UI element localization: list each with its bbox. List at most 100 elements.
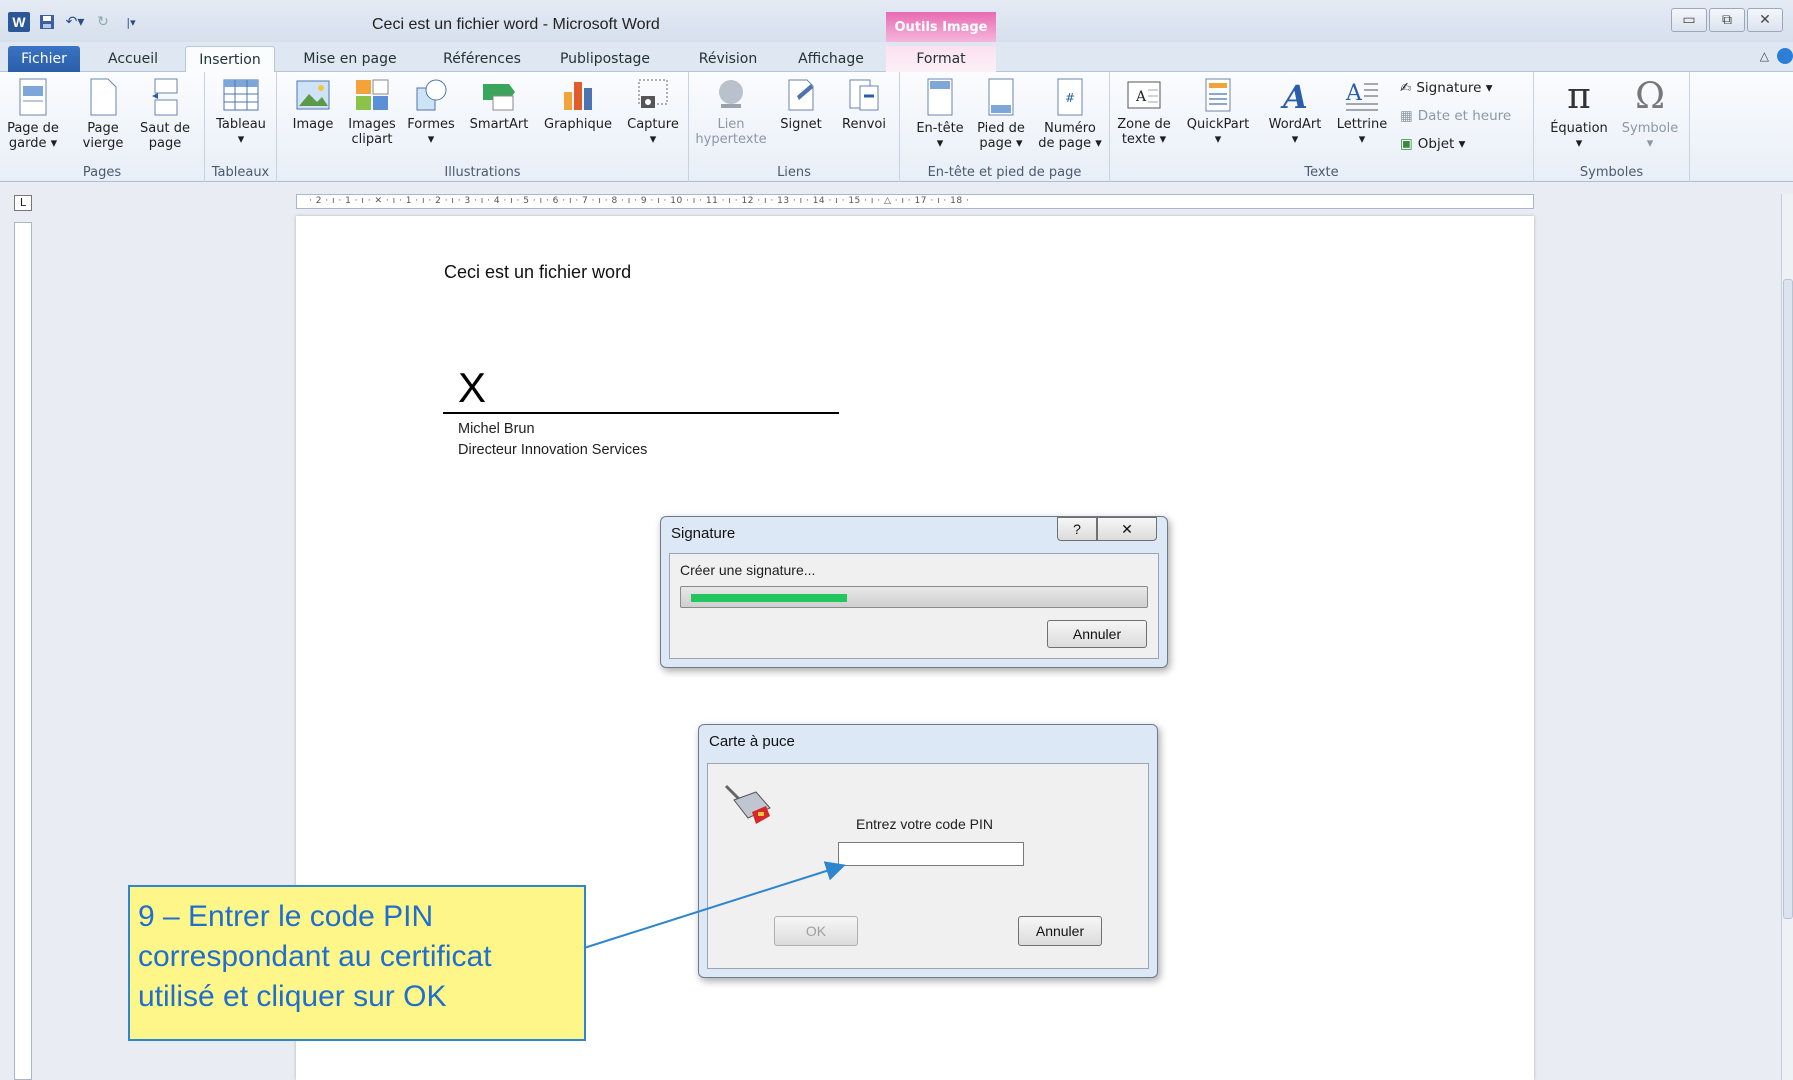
date-heure-button[interactable]: ▦ Date et heure xyxy=(1400,108,1511,124)
window-controls: ▭ ⧉ ✕ xyxy=(1671,8,1783,32)
lettrine-button[interactable]: A Lettrine ▾ xyxy=(1332,78,1392,147)
quickpart-button[interactable]: QuickPart ▾ xyxy=(1180,78,1256,147)
redo-icon[interactable]: ↻ xyxy=(92,12,114,32)
tab-selector[interactable]: L xyxy=(14,195,32,211)
smartart-icon xyxy=(483,84,515,111)
document-text[interactable]: Ceci est un fichier word xyxy=(444,262,631,283)
group-label-tableaux: Tableaux xyxy=(211,165,270,180)
picture-icon xyxy=(296,80,330,110)
blank-page-icon xyxy=(90,78,117,116)
minimize-icon[interactable]: ▭ xyxy=(1671,8,1707,32)
close-window-icon[interactable]: ✕ xyxy=(1747,8,1783,32)
svg-text:A: A xyxy=(1345,81,1363,106)
tab-insertion[interactable]: Insertion xyxy=(185,46,275,72)
signature-dialog-body: Créer une signature... Annuler xyxy=(669,553,1159,659)
close-icon[interactable]: ✕ xyxy=(1097,517,1157,541)
group-symboles: π Équation ▾ Ω Symbole ▾ Symboles xyxy=(1534,72,1690,182)
horizontal-ruler[interactable]: · 2 · ı · 1 · ı · ✕ · ı · 1 · ı · 2 · ı … xyxy=(296,194,1534,209)
formes-button[interactable]: Formes ▾ xyxy=(405,78,457,147)
group-label-entete: En-tête et pied de page xyxy=(927,165,1082,180)
pin-prompt: Entrez votre code PIN xyxy=(856,816,993,832)
page-de-garde-button[interactable]: Page de garde ▾ xyxy=(2,78,64,151)
signature-status: Créer une signature... xyxy=(680,562,816,578)
numero-de-page-button[interactable]: # Numéro de page ▾ xyxy=(1034,78,1106,151)
scrollbar-thumb[interactable] xyxy=(1783,279,1793,919)
instruction-callout: 9 – Entrer le code PIN correspondant au … xyxy=(128,885,586,1041)
signet-button[interactable]: Signet xyxy=(773,78,829,132)
equation-button[interactable]: π Équation ▾ xyxy=(1544,78,1614,152)
wordart-icon: A xyxy=(1280,78,1308,112)
footer-icon xyxy=(988,78,1014,116)
signature-dialog-controls: ? ✕ xyxy=(1057,517,1157,541)
tab-publipostage[interactable]: Publipostage xyxy=(552,46,658,72)
pin-input[interactable] xyxy=(838,842,1024,866)
group-label-illustrations: Illustrations xyxy=(444,165,521,180)
smartcard-dialog: Carte à puce Entrez votre code PIN OK An… xyxy=(698,724,1158,978)
objet-button[interactable]: ▣ Objet ▾ xyxy=(1400,136,1465,152)
svg-text:A: A xyxy=(1280,78,1308,112)
pied-de-page-button[interactable]: Pied de page ▾ xyxy=(970,78,1032,151)
contextual-tab-group: Outils Image xyxy=(886,12,996,42)
callout-line-2: correspondant au certificat xyxy=(138,940,492,973)
signature-icon: ✍ xyxy=(1400,80,1412,96)
tableau-button[interactable]: Tableau ▾ xyxy=(211,78,271,147)
tab-revision[interactable]: Révision xyxy=(688,46,768,72)
save-icon[interactable] xyxy=(36,12,58,32)
lien-hypertexte-button[interactable]: Lien hypertexte xyxy=(693,78,769,147)
signature-cancel-button[interactable]: Annuler xyxy=(1047,620,1147,648)
signature-mark: X xyxy=(458,364,487,411)
shapes-icon xyxy=(416,79,447,111)
page-vierge-button[interactable]: Page vierge xyxy=(78,78,128,151)
renvoi-button[interactable]: Renvoi xyxy=(833,78,895,132)
ribbon-tabs: Fichier Accueil Insertion Mise en page R… xyxy=(0,42,1793,72)
cover-page-icon xyxy=(19,78,47,116)
cross-reference-icon xyxy=(849,79,879,111)
svg-text:#: # xyxy=(1065,91,1075,105)
capture-button[interactable]: Capture ▾ xyxy=(622,78,684,147)
restore-icon[interactable]: ⧉ xyxy=(1709,8,1745,32)
tab-references[interactable]: Références xyxy=(434,46,530,72)
ribbon: Page de garde ▾ Page vierge Saut de page Pa… xyxy=(0,72,1793,182)
ruler-ticks: · 2 · ı · 1 · ı · ✕ · ı · 1 · ı · 2 · ı … xyxy=(309,196,970,206)
entete-button[interactable]: En-tête ▾ xyxy=(912,78,968,151)
title-bar: W ↶▾ ↻ |▾ Ceci est un fichier word - Mic… xyxy=(0,0,1793,42)
smartcard-cancel-button[interactable]: Annuler xyxy=(1018,916,1102,946)
graphique-button[interactable]: Graphique xyxy=(537,78,619,132)
group-liens: Lien hypertexte Signet Renvoi Liens xyxy=(689,72,900,182)
minimize-ribbon-icon[interactable]: △ xyxy=(1760,49,1769,63)
tab-fichier[interactable]: Fichier xyxy=(8,46,80,72)
group-tableaux: Tableau ▾ Tableaux xyxy=(205,72,277,182)
smartart-button[interactable]: SmartArt xyxy=(465,78,533,132)
images-clipart-button[interactable]: Images clipart xyxy=(344,78,400,147)
tab-accueil[interactable]: Accueil xyxy=(98,46,168,72)
help-button[interactable]: ? xyxy=(1057,517,1097,541)
tab-mise-en-page[interactable]: Mise en page xyxy=(298,46,402,72)
group-label-symboles: Symboles xyxy=(1579,165,1644,180)
image-button[interactable]: Image xyxy=(289,78,337,132)
help-icon[interactable] xyxy=(1777,48,1793,64)
signature-line xyxy=(443,412,839,414)
vertical-ruler[interactable] xyxy=(14,222,32,1080)
symbole-button[interactable]: Ω Symbole ▾ xyxy=(1618,78,1682,152)
tab-format[interactable]: Format xyxy=(886,46,996,72)
signature-dialog-title: Signature xyxy=(671,525,736,542)
progress-bar xyxy=(680,586,1148,608)
customize-qat-icon[interactable]: |▾ xyxy=(120,12,142,32)
smartcard-dialog-body: Entrez votre code PIN OK Annuler xyxy=(707,763,1149,969)
signature-line-button[interactable]: ✍ Signature ▾ xyxy=(1400,80,1493,96)
signer-name: Michel Brun xyxy=(458,421,535,437)
smartcard-dialog-title: Carte à puce xyxy=(709,733,795,750)
ok-button[interactable]: OK xyxy=(774,916,858,946)
word-logo-icon[interactable]: W xyxy=(8,12,30,32)
hyperlink-icon xyxy=(719,80,743,108)
table-icon xyxy=(223,79,259,111)
tab-affichage[interactable]: Affichage xyxy=(788,46,874,72)
vertical-scrollbar[interactable] xyxy=(1781,194,1793,1080)
wordart-button[interactable]: A WordArt ▾ xyxy=(1260,78,1330,147)
saut-de-page-button[interactable]: Saut de page xyxy=(134,78,196,151)
callout-line-3: utilisé et cliquer sur OK xyxy=(138,980,447,1013)
zone-de-texte-button[interactable]: A Zone de texte ▾ xyxy=(1112,78,1176,147)
undo-icon[interactable]: ↶▾ xyxy=(64,12,86,32)
group-label-pages: Pages xyxy=(82,165,122,180)
window-title: Ceci est un fichier word - Microsoft Wor… xyxy=(372,16,660,33)
